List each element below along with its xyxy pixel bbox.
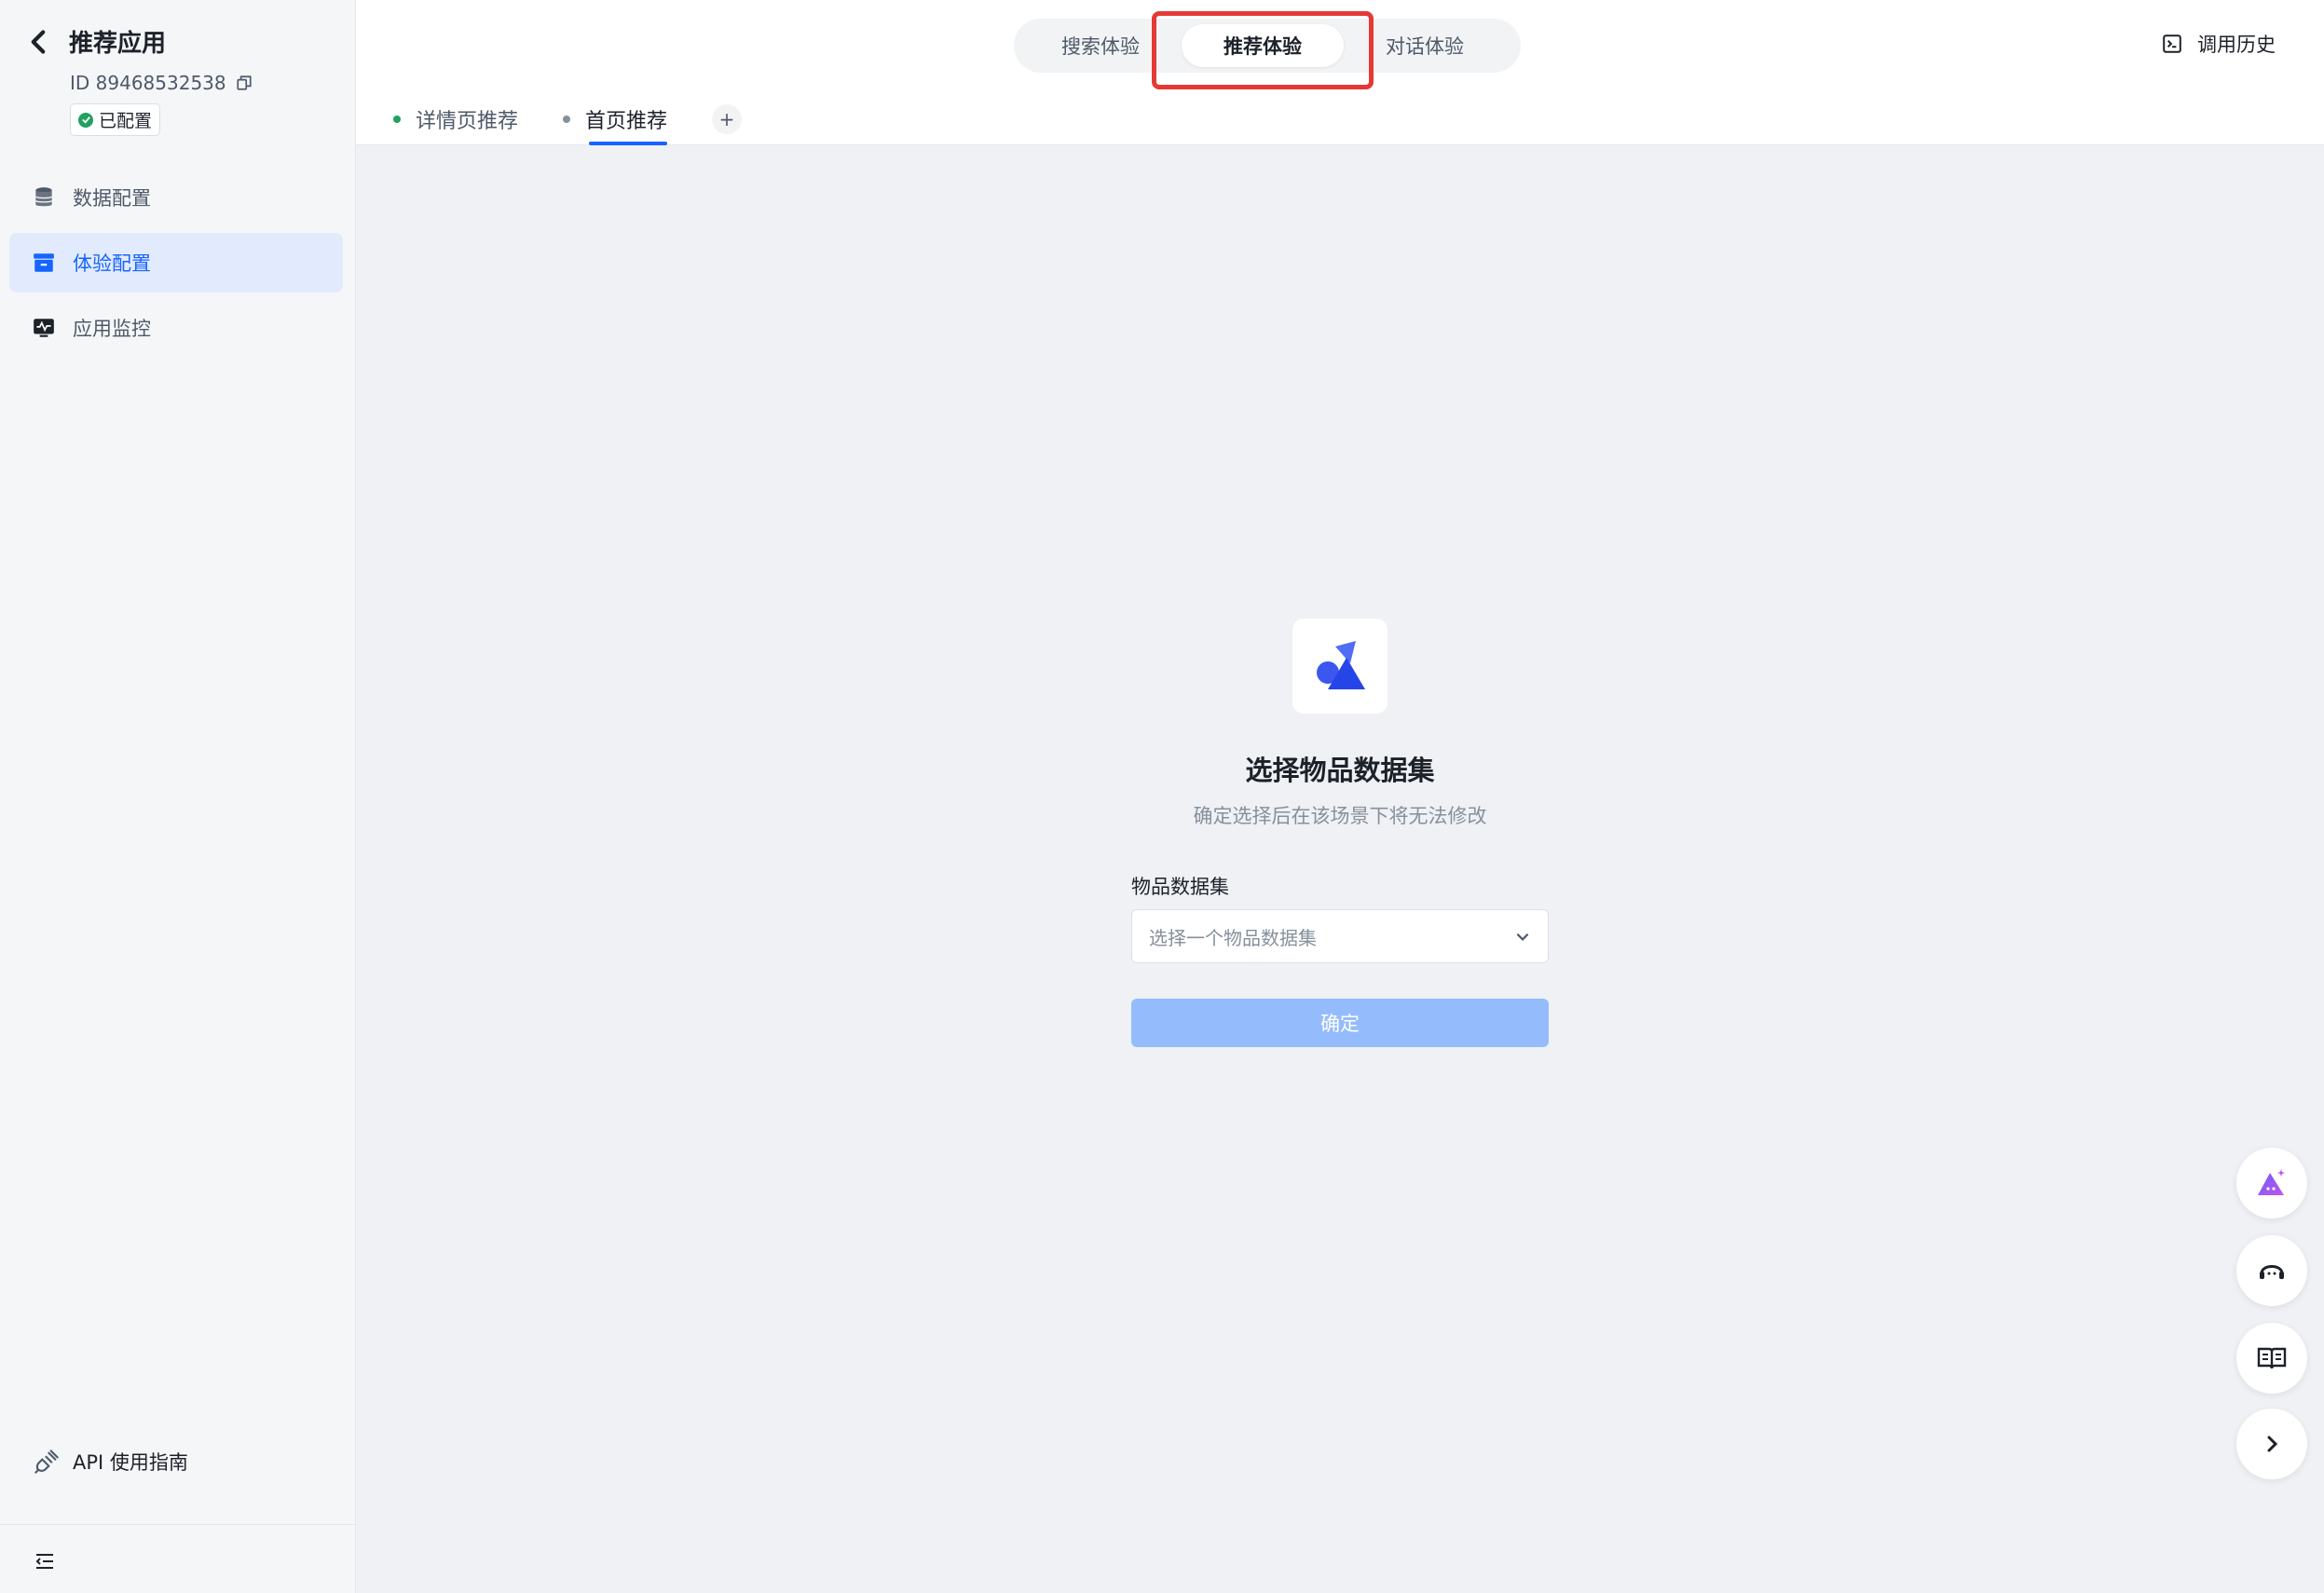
headset-icon xyxy=(2254,1253,2290,1288)
chevron-right-icon xyxy=(2254,1426,2290,1462)
app-title: 推荐应用 xyxy=(69,30,167,58)
subtab-label: 详情页推荐 xyxy=(416,110,519,133)
tab-recommend-experience[interactable]: 推荐体验 xyxy=(1182,24,1344,67)
sidebar: 推荐应用 ID 89468532538 已配置 数据配置 体验配置 应用监控 A… xyxy=(0,0,356,1593)
panel-subtitle: 确定选择后在该场景下将无法修改 xyxy=(1193,805,1487,827)
tab-home-recommend[interactable]: 首页推荐 xyxy=(563,99,668,145)
check-circle-icon xyxy=(78,112,93,128)
api-guide-label: API 使用指南 xyxy=(73,1451,188,1474)
app-id-row: ID 89468532538 xyxy=(70,72,253,94)
status-dot xyxy=(563,116,571,123)
dataset-selection-panel: 选择物品数据集 确定选择后在该场景下将无法修改 物品数据集 选择一个物品数据集 … xyxy=(1131,619,1549,1047)
tab-chat-experience[interactable]: 对话体验 xyxy=(1344,24,1506,67)
copy-icon[interactable] xyxy=(236,75,253,91)
sidebar-header: 推荐应用 ID 89468532538 已配置 xyxy=(28,24,253,136)
sidebar-item-data-config[interactable]: 数据配置 xyxy=(9,168,343,227)
app-id: ID 89468532538 xyxy=(70,72,226,94)
ai-assistant-icon xyxy=(2254,1165,2290,1201)
sidebar-nav: 数据配置 体验配置 应用监控 xyxy=(9,168,343,363)
sidebar-item-label: 数据配置 xyxy=(73,187,151,210)
experience-switcher: 搜索体验 推荐体验 对话体验 xyxy=(1014,19,1521,73)
active-tab-underline xyxy=(589,142,668,145)
status-badge: 已配置 xyxy=(70,103,161,136)
subtab-label: 首页推荐 xyxy=(585,110,668,133)
docs-button[interactable] xyxy=(2236,1323,2307,1394)
confirm-button[interactable]: 确定 xyxy=(1131,999,1549,1047)
sidebar-item-label: 应用监控 xyxy=(73,318,151,340)
status-dot xyxy=(393,116,401,123)
sidebar-item-experience-config[interactable]: 体验配置 xyxy=(9,233,343,293)
scene-tabs: 详情页推荐 首页推荐 + xyxy=(393,99,743,145)
dataset-field-label: 物品数据集 xyxy=(1131,876,1229,898)
terminal-icon xyxy=(2162,34,2182,54)
chevron-left-icon[interactable] xyxy=(28,29,48,55)
tab-detail-recommend[interactable]: 详情页推荐 xyxy=(393,99,518,140)
call-history-label: 调用历史 xyxy=(2197,34,2276,56)
expand-panel-button[interactable] xyxy=(2236,1409,2307,1479)
dataset-select[interactable]: 选择一个物品数据集 xyxy=(1131,909,1549,963)
shapes-icon xyxy=(1292,619,1388,714)
add-tab-button[interactable]: + xyxy=(712,104,743,134)
sidebar-item-app-monitor[interactable]: 应用监控 xyxy=(9,298,343,358)
top-bar: 搜索体验 推荐体验 对话体验 调用历史 详情页推荐 首页推荐 + xyxy=(356,0,2324,145)
archive-box-icon xyxy=(32,251,56,275)
call-history-button[interactable]: 调用历史 xyxy=(2162,30,2276,58)
sidebar-divider xyxy=(0,1524,356,1525)
tab-search-experience[interactable]: 搜索体验 xyxy=(1019,24,1182,67)
ai-assistant-button[interactable] xyxy=(2236,1148,2307,1219)
database-icon xyxy=(32,185,56,210)
support-button[interactable] xyxy=(2236,1235,2307,1306)
book-icon xyxy=(2254,1341,2290,1376)
chevron-down-icon xyxy=(1514,928,1531,945)
dataset-select-placeholder: 选择一个物品数据集 xyxy=(1149,926,1317,949)
status-badge-label: 已配置 xyxy=(99,111,153,131)
plug-icon xyxy=(34,1449,60,1475)
collapse-sidebar-icon[interactable] xyxy=(34,1550,56,1573)
api-guide-link[interactable]: API 使用指南 xyxy=(34,1448,188,1476)
back-row: 推荐应用 xyxy=(28,24,253,59)
sidebar-item-label: 体验配置 xyxy=(73,252,151,275)
panel-title: 选择物品数据集 xyxy=(1245,755,1435,786)
monitor-icon xyxy=(32,316,56,340)
